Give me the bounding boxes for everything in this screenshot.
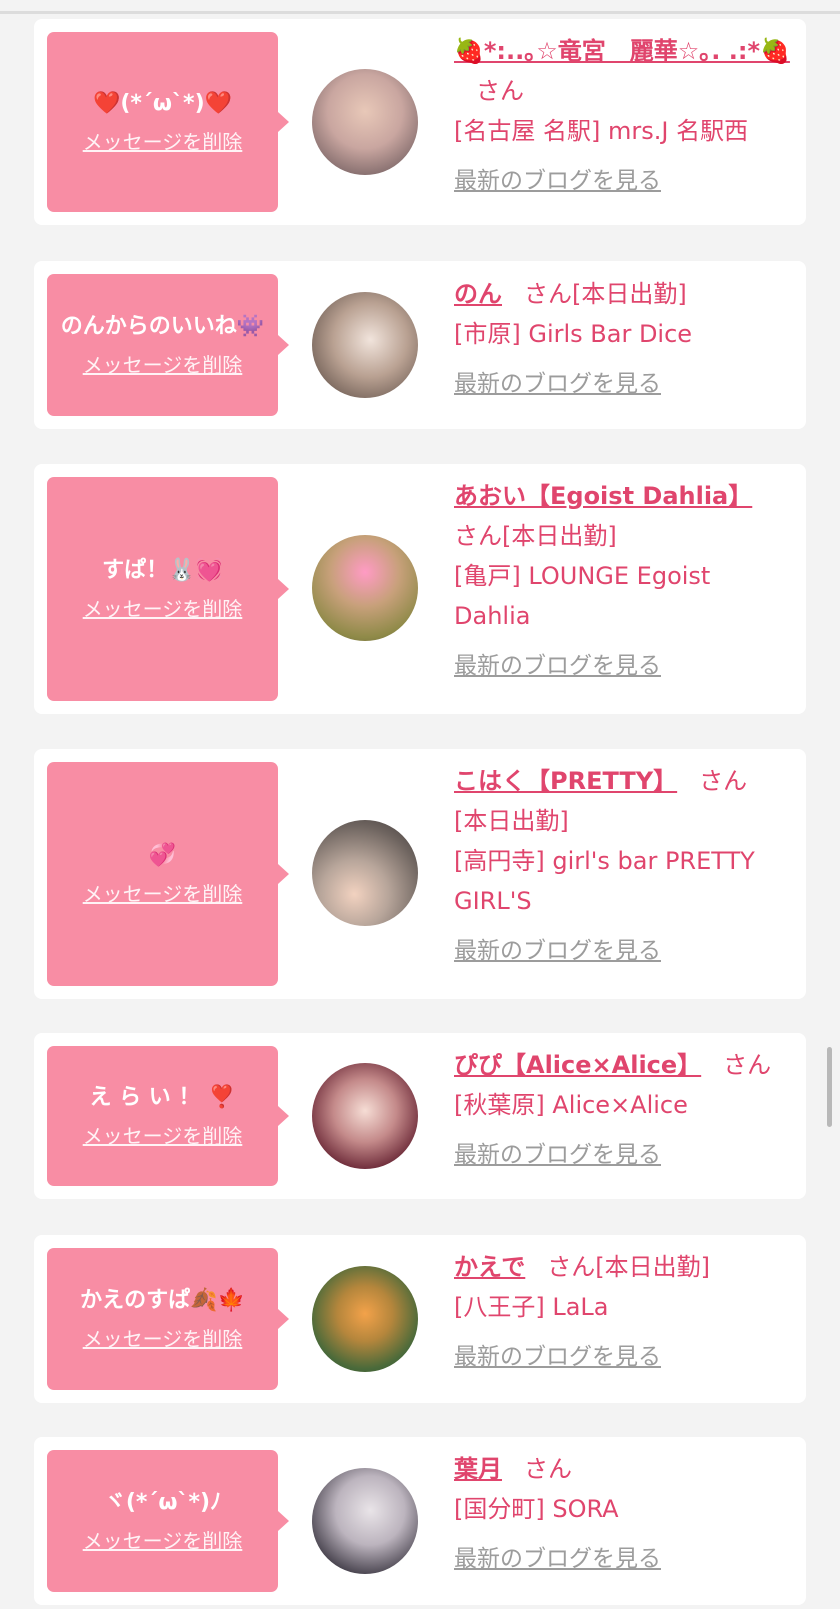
delete-message-link[interactable]: メッセージを削除 [83, 350, 243, 380]
delete-message-link[interactable]: メッセージを削除 [83, 127, 243, 157]
delete-message-link[interactable]: メッセージを削除 [83, 1121, 243, 1151]
favorites-list: ❤️(*´ω`*)❤️ メッセージを削除 🍓*:..｡☆竜宮 麗華☆｡. .:*… [0, 0, 840, 1609]
avatar[interactable] [312, 1266, 418, 1372]
avatar[interactable] [312, 1468, 418, 1574]
message-bubble: ❤️(*´ω`*)❤️ メッセージを削除 [47, 32, 289, 212]
message-text: え ら い ！ ❣️ [89, 1085, 236, 1110]
message-bubble: ヾ(*´ω`*)ﾉ メッセージを削除 [47, 1450, 289, 1592]
cast-name-link[interactable]: あおい【Egoist Dahlia】 [454, 482, 752, 510]
avatar[interactable] [312, 535, 418, 641]
latest-blog-link[interactable]: 最新のブログを見る [454, 646, 661, 686]
cast-name-link[interactable]: のん [454, 280, 502, 308]
shop-name: [名古屋 名駅] mrs.J 名駅西 [454, 117, 749, 145]
cast-name-link[interactable]: 葉月 [454, 1455, 502, 1483]
message-text: 💞 [148, 843, 177, 868]
latest-blog-link[interactable]: 最新のブログを見る [454, 1539, 661, 1579]
list-item: 💞 メッセージを削除 こはく【PRETTY】 さん [本日出勤] [高円寺] gir… [34, 749, 806, 999]
delete-message-link[interactable]: メッセージを削除 [83, 1526, 243, 1556]
latest-blog-link[interactable]: 最新のブログを見る [454, 1135, 661, 1175]
message-text: のんからのいいね👾 [60, 314, 265, 339]
delete-message-link[interactable]: メッセージを削除 [83, 879, 243, 909]
scrollbar[interactable] [827, 1047, 832, 1127]
cast-name-link[interactable]: 🍓*:..｡☆竜宮 麗華☆｡. .:*🍓 [454, 37, 790, 65]
latest-blog-link[interactable]: 最新のブログを見る [454, 364, 661, 404]
avatar[interactable] [312, 1063, 418, 1169]
delete-message-link[interactable]: メッセージを削除 [83, 594, 243, 624]
status-badge: [本日出勤] [572, 280, 687, 308]
message-bubble: え ら い ！ ❣️ メッセージを削除 [47, 1046, 289, 1186]
delete-message-link[interactable]: メッセージを削除 [83, 1324, 243, 1354]
avatar[interactable] [312, 820, 418, 926]
list-item: ❤️(*´ω`*)❤️ メッセージを削除 🍓*:..｡☆竜宮 麗華☆｡. .:*… [34, 19, 806, 225]
message-text: かえのすぱ🍂🍁 [80, 1288, 245, 1313]
status-badge: [本日出勤] [502, 522, 617, 550]
latest-blog-link[interactable]: 最新のブログを見る [454, 1337, 661, 1377]
honorific: さん [524, 1455, 572, 1483]
cast-info: 🍓*:..｡☆竜宮 麗華☆｡. .:*🍓 さん [名古屋 名駅] mrs.J 名駅… [454, 31, 794, 201]
message-bubble: すぱ！🐰💓 メッセージを削除 [47, 477, 289, 701]
name-line: こはく【PRETTY】 さん [本日出勤] [454, 761, 794, 841]
cast-name-link[interactable]: こはく【PRETTY】 [454, 767, 677, 795]
honorific: さん [476, 77, 524, 105]
shop-name: [八王子] LaLa [454, 1293, 609, 1321]
honorific: さん [524, 280, 572, 308]
cast-info: 葉月 さん [国分町] SORA 最新のブログを見る [454, 1449, 794, 1579]
avatar[interactable] [312, 292, 418, 398]
list-item: のんからのいいね👾 メッセージを削除 のん さん[本日出勤] [市原] Girls… [34, 261, 806, 429]
message-bubble: かえのすぱ🍂🍁 メッセージを削除 [47, 1248, 289, 1390]
message-text: ❤️(*´ω`*)❤️ [92, 91, 233, 116]
name-line: のん さん[本日出勤] [454, 274, 794, 314]
cast-name-link[interactable]: かえで [454, 1253, 525, 1281]
message-bubble: のんからのいいね👾 メッセージを削除 [47, 274, 289, 416]
name-line: かえで さん[本日出勤] [454, 1247, 794, 1287]
list-item: すぱ！🐰💓 メッセージを削除 あおい【Egoist Dahlia】 さん[本日出勤… [34, 464, 806, 714]
shop-name: [秋葉原] Alice×Alice [454, 1091, 688, 1119]
status-badge: [本日出勤] [454, 807, 569, 835]
shop-name: [高円寺] girl's bar PRETTY GIRL'S [454, 847, 755, 915]
shop-name: [亀戸] LOUNGE Egoist Dahlia [454, 562, 711, 630]
message-text: ヾ(*´ω`*)ﾉ [103, 1490, 222, 1515]
cast-info: かえで さん[本日出勤] [八王子] LaLa 最新のブログを見る [454, 1247, 794, 1377]
shop-name: [市原] Girls Bar Dice [454, 320, 693, 348]
list-item: かえのすぱ🍂🍁 メッセージを削除 かえで さん[本日出勤] [八王子] LaLa … [34, 1235, 806, 1403]
cast-info: のん さん[本日出勤] [市原] Girls Bar Dice 最新のブログを見る [454, 274, 794, 404]
honorific: さん [699, 767, 748, 795]
name-line: 🍓*:..｡☆竜宮 麗華☆｡. .:*🍓 さん [454, 31, 794, 111]
name-line: ぴぴ【Alice×Alice】 さん [454, 1045, 794, 1085]
cast-name-link[interactable]: ぴぴ【Alice×Alice】 [454, 1051, 701, 1079]
latest-blog-link[interactable]: 最新のブログを見る [454, 931, 661, 971]
cast-info: こはく【PRETTY】 さん [本日出勤] [高円寺] girl's bar PRE… [454, 761, 794, 971]
cast-info: ぴぴ【Alice×Alice】 さん [秋葉原] Alice×Alice 最新のブ… [454, 1045, 794, 1175]
status-badge: [本日出勤] [595, 1253, 711, 1281]
message-bubble: 💞 メッセージを削除 [47, 762, 289, 986]
honorific: さん [723, 1051, 772, 1079]
latest-blog-link[interactable]: 最新のブログを見る [454, 161, 661, 201]
name-line: 葉月 さん [454, 1449, 794, 1489]
list-item: え ら い ！ ❣️ メッセージを削除 ぴぴ【Alice×Alice】 さん [秋… [34, 1033, 806, 1199]
list-item: ヾ(*´ω`*)ﾉ メッセージを削除 葉月 さん [国分町] SORA 最新のブロ… [34, 1437, 806, 1605]
shop-name: [国分町] SORA [454, 1495, 619, 1523]
cast-info: あおい【Egoist Dahlia】 さん[本日出勤] [亀戸] LOUNGE E… [454, 476, 794, 686]
avatar[interactable] [312, 69, 418, 175]
honorific: さん [454, 522, 502, 550]
message-text: すぱ！🐰💓 [102, 558, 223, 583]
name-line: あおい【Egoist Dahlia】 さん[本日出勤] [454, 476, 794, 556]
honorific: さん [547, 1253, 596, 1281]
